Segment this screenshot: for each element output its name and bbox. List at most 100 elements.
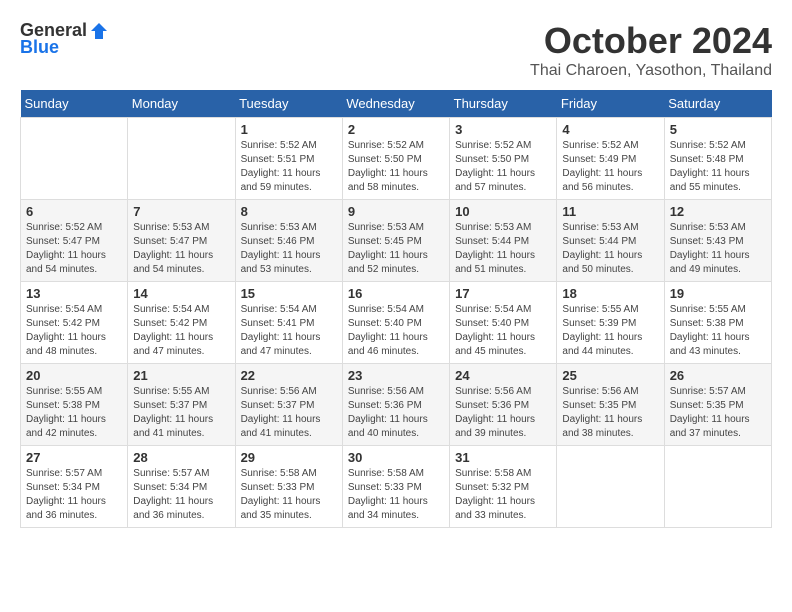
calendar-cell: 13 Sunrise: 5:54 AMSunset: 5:42 PMDayligh… — [21, 282, 128, 364]
day-info: Sunrise: 5:57 AMSunset: 5:35 PMDaylight:… — [670, 385, 766, 441]
calendar-cell: 21Sunrise: 5:55 AMSunset: 5:37 PMDayligh… — [128, 364, 235, 446]
calendar-cell: 3Sunrise: 5:52 AMSunset: 5:50 PMDaylight… — [450, 118, 557, 200]
day-info: Sunrise: 5:56 AMSunset: 5:36 PMDaylight:… — [348, 385, 444, 441]
day-number: 16 — [348, 286, 444, 301]
day-info: Sunrise: 5:54 AMSunset: 5:40 PMDaylight:… — [455, 303, 551, 359]
calendar-cell: 2 Sunrise: 5:52 AMSunset: 5:50 PMDaylight… — [342, 118, 449, 200]
calendar-cell — [128, 118, 235, 200]
calendar-cell: 11 Sunrise: 5:53 AMSunset: 5:44 PMDayligh… — [557, 200, 664, 282]
calendar-cell: 17 Sunrise: 5:54 AMSunset: 5:40 PMDayligh… — [450, 282, 557, 364]
calendar-week-row: 6Sunrise: 5:52 AMSunset: 5:47 PMDaylight… — [21, 200, 772, 282]
calendar-cell: 23 Sunrise: 5:56 AMSunset: 5:36 PMDayligh… — [342, 364, 449, 446]
day-number: 30 — [348, 450, 444, 465]
calendar-cell: 25 Sunrise: 5:56 AMSunset: 5:35 PMDayligh… — [557, 364, 664, 446]
day-info: Sunrise: 5:53 AMSunset: 5:47 PMDaylight:… — [133, 221, 229, 277]
month-title: October 2024 — [530, 20, 772, 62]
calendar-cell: 1Sunrise: 5:52 AMSunset: 5:51 PMDaylight… — [235, 118, 342, 200]
day-info: Sunrise: 5:53 AMSunset: 5:46 PMDaylight:… — [241, 221, 337, 277]
header-cell: Friday — [557, 90, 664, 118]
calendar-table: SundayMondayTuesdayWednesdayThursdayFrid… — [20, 90, 772, 528]
calendar-week-row: 27 Sunrise: 5:57 AMSunset: 5:34 PMDayligh… — [21, 446, 772, 528]
day-info: Sunrise: 5:55 AMSunset: 5:38 PMDaylight:… — [670, 303, 766, 359]
header-cell: Sunday — [21, 90, 128, 118]
calendar-cell: 8 Sunrise: 5:53 AMSunset: 5:46 PMDaylight… — [235, 200, 342, 282]
calendar-cell: 7Sunrise: 5:53 AMSunset: 5:47 PMDaylight… — [128, 200, 235, 282]
calendar-cell: 19 Sunrise: 5:55 AMSunset: 5:38 PMDayligh… — [664, 282, 771, 364]
day-number: 17 — [455, 286, 551, 301]
day-number: 29 — [241, 450, 337, 465]
day-number: 28 — [133, 450, 229, 465]
day-number: 13 — [26, 286, 122, 301]
day-number: 25 — [562, 368, 658, 383]
day-number: 4 — [562, 122, 658, 137]
title-section: October 2024 Thai Charoen, Yasothon, Tha… — [530, 20, 772, 80]
location-subtitle: Thai Charoen, Yasothon, Thailand — [530, 62, 772, 80]
day-number: 18 — [562, 286, 658, 301]
logo-blue: Blue — [20, 37, 59, 58]
day-info: Sunrise: 5:58 AMSunset: 5:33 PMDaylight:… — [241, 467, 337, 523]
day-number: 22 — [241, 368, 337, 383]
day-number: 11 — [562, 204, 658, 219]
day-info: Sunrise: 5:53 AMSunset: 5:44 PMDaylight:… — [455, 221, 551, 277]
day-number: 23 — [348, 368, 444, 383]
calendar-cell: 16 Sunrise: 5:54 AMSunset: 5:40 PMDayligh… — [342, 282, 449, 364]
calendar-cell: 26 Sunrise: 5:57 AMSunset: 5:35 PMDayligh… — [664, 364, 771, 446]
day-number: 12 — [670, 204, 766, 219]
calendar-week-row: 1Sunrise: 5:52 AMSunset: 5:51 PMDaylight… — [21, 118, 772, 200]
logo-icon — [89, 21, 109, 41]
day-number: 2 — [348, 122, 444, 137]
header-cell: Thursday — [450, 90, 557, 118]
day-info: Sunrise: 5:56 AMSunset: 5:37 PMDaylight:… — [241, 385, 337, 441]
calendar-cell — [664, 446, 771, 528]
day-number: 9 — [348, 204, 444, 219]
header-cell: Wednesday — [342, 90, 449, 118]
calendar-cell: 15Sunrise: 5:54 AMSunset: 5:41 PMDayligh… — [235, 282, 342, 364]
calendar-cell: 14 Sunrise: 5:54 AMSunset: 5:42 PMDayligh… — [128, 282, 235, 364]
header-cell: Tuesday — [235, 90, 342, 118]
day-info: Sunrise: 5:53 AMSunset: 5:45 PMDaylight:… — [348, 221, 444, 277]
day-info: Sunrise: 5:52 AMSunset: 5:49 PMDaylight:… — [562, 139, 658, 195]
calendar-cell: 4 Sunrise: 5:52 AMSunset: 5:49 PMDaylight… — [557, 118, 664, 200]
logo: General Blue — [20, 20, 109, 58]
day-info: Sunrise: 5:52 AMSunset: 5:48 PMDaylight:… — [670, 139, 766, 195]
day-info: Sunrise: 5:56 AMSunset: 5:35 PMDaylight:… — [562, 385, 658, 441]
day-info: Sunrise: 5:55 AMSunset: 5:39 PMDaylight:… — [562, 303, 658, 359]
day-info: Sunrise: 5:58 AMSunset: 5:32 PMDaylight:… — [455, 467, 551, 523]
day-info: Sunrise: 5:52 AMSunset: 5:51 PMDaylight:… — [241, 139, 337, 195]
calendar-cell: 18 Sunrise: 5:55 AMSunset: 5:39 PMDayligh… — [557, 282, 664, 364]
day-info: Sunrise: 5:55 AMSunset: 5:38 PMDaylight:… — [26, 385, 122, 441]
calendar-cell: 9 Sunrise: 5:53 AMSunset: 5:45 PMDaylight… — [342, 200, 449, 282]
day-number: 19 — [670, 286, 766, 301]
day-number: 14 — [133, 286, 229, 301]
day-number: 27 — [26, 450, 122, 465]
calendar-cell — [21, 118, 128, 200]
calendar-week-row: 13 Sunrise: 5:54 AMSunset: 5:42 PMDayligh… — [21, 282, 772, 364]
calendar-cell: 6Sunrise: 5:52 AMSunset: 5:47 PMDaylight… — [21, 200, 128, 282]
calendar-cell: 12 Sunrise: 5:53 AMSunset: 5:43 PMDayligh… — [664, 200, 771, 282]
day-number: 10 — [455, 204, 551, 219]
day-info: Sunrise: 5:53 AMSunset: 5:43 PMDaylight:… — [670, 221, 766, 277]
day-info: Sunrise: 5:54 AMSunset: 5:42 PMDaylight:… — [26, 303, 122, 359]
day-info: Sunrise: 5:55 AMSunset: 5:37 PMDaylight:… — [133, 385, 229, 441]
day-number: 8 — [241, 204, 337, 219]
day-number: 3 — [455, 122, 551, 137]
day-number: 5 — [670, 122, 766, 137]
calendar-cell: 20 Sunrise: 5:55 AMSunset: 5:38 PMDayligh… — [21, 364, 128, 446]
day-info: Sunrise: 5:52 AMSunset: 5:47 PMDaylight:… — [26, 221, 122, 277]
calendar-cell: 27 Sunrise: 5:57 AMSunset: 5:34 PMDayligh… — [21, 446, 128, 528]
day-info: Sunrise: 5:58 AMSunset: 5:33 PMDaylight:… — [348, 467, 444, 523]
day-number: 26 — [670, 368, 766, 383]
day-info: Sunrise: 5:54 AMSunset: 5:42 PMDaylight:… — [133, 303, 229, 359]
day-info: Sunrise: 5:57 AMSunset: 5:34 PMDaylight:… — [26, 467, 122, 523]
day-info: Sunrise: 5:54 AMSunset: 5:41 PMDaylight:… — [241, 303, 337, 359]
calendar-cell: 31Sunrise: 5:58 AMSunset: 5:32 PMDayligh… — [450, 446, 557, 528]
day-info: Sunrise: 5:52 AMSunset: 5:50 PMDaylight:… — [348, 139, 444, 195]
calendar-body: 1Sunrise: 5:52 AMSunset: 5:51 PMDaylight… — [21, 118, 772, 528]
calendar-cell: 10 Sunrise: 5:53 AMSunset: 5:44 PMDayligh… — [450, 200, 557, 282]
day-info: Sunrise: 5:57 AMSunset: 5:34 PMDaylight:… — [133, 467, 229, 523]
day-info: Sunrise: 5:54 AMSunset: 5:40 PMDaylight:… — [348, 303, 444, 359]
calendar-cell: 24Sunrise: 5:56 AMSunset: 5:36 PMDayligh… — [450, 364, 557, 446]
day-info: Sunrise: 5:53 AMSunset: 5:44 PMDaylight:… — [562, 221, 658, 277]
header-cell: Monday — [128, 90, 235, 118]
day-number: 20 — [26, 368, 122, 383]
